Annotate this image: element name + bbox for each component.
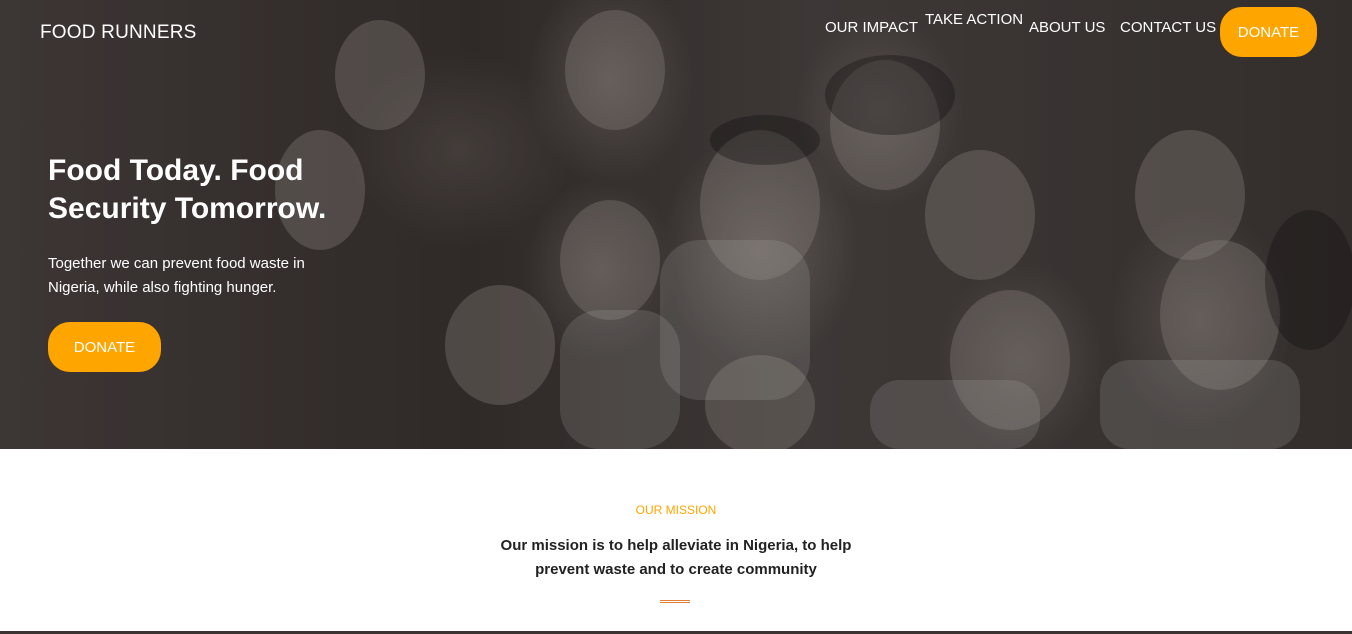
- hero-donate-button[interactable]: DONATE: [48, 322, 161, 372]
- nav-take-action[interactable]: TAKE ACTION: [925, 11, 1023, 28]
- header-donate-button[interactable]: DONATE: [1220, 7, 1317, 57]
- mission-text: Our mission is to help alleviate in Nige…: [500, 537, 852, 578]
- hero-subtitle: Together we can prevent food waste in Ni…: [48, 255, 305, 296]
- mission-divider: [660, 600, 690, 603]
- mission-label: OUR MISSION: [635, 503, 717, 517]
- hero-title: Food Today. Food Security Tomorrow.: [48, 154, 327, 225]
- brand-logo-text[interactable]: FOOD RUNNERS: [40, 22, 197, 44]
- nav-about-us[interactable]: ABOUT US: [1029, 19, 1105, 36]
- nav-our-impact[interactable]: OUR IMPACT: [825, 19, 918, 36]
- nav-contact-us[interactable]: CONTACT US: [1120, 19, 1216, 36]
